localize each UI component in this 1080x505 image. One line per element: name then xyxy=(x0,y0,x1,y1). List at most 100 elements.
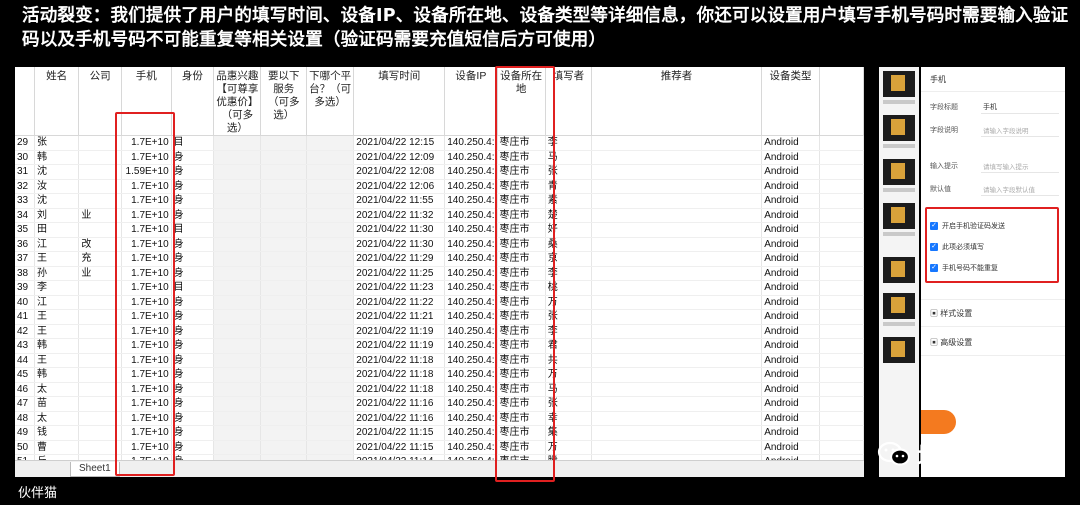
cell-name[interactable]: 苗 xyxy=(34,396,80,412)
cell-empty[interactable] xyxy=(819,266,864,281)
cell-empty[interactable] xyxy=(819,411,864,426)
table-row[interactable]: 29 张 1.7E+10 目 2021/04/22 12:15 140.250.4: 枣庄市… xyxy=(15,135,864,151)
required-checkbox[interactable]: ✓ 此项必须填写 xyxy=(930,242,984,252)
cell-empty[interactable] xyxy=(819,396,864,412)
col-header-time[interactable]: 填写时间 xyxy=(353,67,446,136)
cell-identity[interactable]: 身 xyxy=(171,396,215,412)
col-header-ip[interactable]: 设备IP xyxy=(444,67,498,136)
cell-phone[interactable]: 1.7E+10 xyxy=(121,309,172,325)
cell-identity[interactable]: 身 xyxy=(171,251,215,267)
cell-device[interactable]: Android xyxy=(761,237,820,252)
cell-location[interactable]: 枣庄市 xyxy=(497,280,546,296)
cell-identity[interactable]: 身 xyxy=(171,338,215,354)
cell-location[interactable]: 枣庄市 xyxy=(497,237,546,252)
row-number[interactable]: 44 xyxy=(15,353,35,368)
cell-company[interactable]: 业 xyxy=(78,208,122,223)
cell-referrer[interactable] xyxy=(591,164,763,180)
cell-company[interactable] xyxy=(78,280,122,296)
cell-location[interactable]: 枣庄市 xyxy=(497,251,546,267)
col-header-identity[interactable]: 身份 xyxy=(171,67,215,136)
cell-location[interactable]: 枣庄市 xyxy=(497,135,546,151)
cell-location[interactable]: 枣庄市 xyxy=(497,324,546,339)
cell-referrer[interactable] xyxy=(591,222,763,238)
cell-service[interactable] xyxy=(260,266,307,281)
cell-ip[interactable]: 140.250.4: xyxy=(444,135,498,151)
cell-location[interactable]: 枣庄市 xyxy=(497,382,546,397)
cell-time[interactable]: 2021/04/22 11:16 xyxy=(353,396,446,412)
cell-name[interactable]: 韩 xyxy=(34,367,80,383)
cell-service[interactable] xyxy=(260,280,307,296)
cell-device[interactable]: Android xyxy=(761,382,820,397)
cell-ip[interactable]: 140.250.4: xyxy=(444,382,498,397)
cell-discount[interactable] xyxy=(213,135,262,151)
cell-ip[interactable]: 140.250.4: xyxy=(444,222,498,238)
cell-device[interactable]: Android xyxy=(761,193,820,209)
table-row[interactable]: 35 田 1.7E+10 目 2021/04/22 11:30 140.250.4: 枣庄市… xyxy=(15,222,864,238)
cell-time[interactable]: 2021/04/22 12:09 xyxy=(353,150,446,165)
cell-empty[interactable] xyxy=(819,324,864,339)
template-thumbnail[interactable] xyxy=(883,337,915,363)
row-number[interactable]: 31 xyxy=(15,164,35,180)
cell-device[interactable]: Android xyxy=(761,440,820,455)
cell-name[interactable]: 李 xyxy=(34,280,80,296)
cell-phone[interactable]: 1.7E+10 xyxy=(121,338,172,354)
cell-location[interactable]: 枣庄市 xyxy=(497,367,546,383)
cell-device[interactable]: Android xyxy=(761,324,820,339)
cell-phone[interactable]: 1.7E+10 xyxy=(121,324,172,339)
cell-phone[interactable]: 1.7E+10 xyxy=(121,150,172,165)
cell-company[interactable] xyxy=(78,367,122,383)
cell-service[interactable] xyxy=(260,295,307,310)
cell-discount[interactable] xyxy=(213,353,262,368)
cell-discount[interactable] xyxy=(213,280,262,296)
table-row[interactable]: 32 汝 1.7E+10 身 2021/04/22 12:06 140.250.4: 枣庄市… xyxy=(15,179,864,194)
cell-company[interactable] xyxy=(78,411,122,426)
cell-referrer[interactable] xyxy=(591,324,763,339)
template-thumbnail[interactable] xyxy=(883,293,915,319)
cell-empty[interactable] xyxy=(819,382,864,397)
field-desc-input[interactable]: 请输入字段说明 xyxy=(983,125,1029,135)
cell-company[interactable] xyxy=(78,193,122,209)
cell-discount[interactable] xyxy=(213,208,262,223)
cell-location[interactable]: 枣庄市 xyxy=(497,222,546,238)
col-header-device[interactable]: 设备类型 xyxy=(761,67,820,136)
cell-service[interactable] xyxy=(260,164,307,180)
cell-device[interactable]: Android xyxy=(761,295,820,310)
cell-platform[interactable] xyxy=(306,251,355,267)
cell-ip[interactable]: 140.250.4: xyxy=(444,338,498,354)
cell-time[interactable]: 2021/04/22 11:18 xyxy=(353,353,446,368)
cell-discount[interactable] xyxy=(213,411,262,426)
cell-device[interactable]: Android xyxy=(761,309,820,325)
cell-referrer[interactable] xyxy=(591,295,763,310)
cell-name[interactable]: 沈 xyxy=(34,164,80,180)
cell-referrer[interactable] xyxy=(591,135,763,151)
table-row[interactable]: 46 太 1.7E+10 身 2021/04/22 11:18 140.250.4: 枣庄市… xyxy=(15,382,864,397)
cell-location[interactable]: 枣庄市 xyxy=(497,179,546,194)
cell-name[interactable]: 王 xyxy=(34,324,80,339)
cell-name[interactable]: 钱 xyxy=(34,425,80,441)
cell-device[interactable]: Android xyxy=(761,164,820,180)
cell-discount[interactable] xyxy=(213,396,262,412)
cell-time[interactable]: 2021/04/22 11:25 xyxy=(353,266,446,281)
cell-ip[interactable]: 140.250.4: xyxy=(444,237,498,252)
cell-empty[interactable] xyxy=(819,193,864,209)
cell-empty[interactable] xyxy=(819,280,864,296)
cell-service[interactable] xyxy=(260,150,307,165)
cell-time[interactable]: 2021/04/22 11:15 xyxy=(353,425,446,441)
col-header-phone[interactable]: 手机 xyxy=(121,67,172,136)
cell-time[interactable]: 2021/04/22 11:18 xyxy=(353,382,446,397)
cell-company[interactable] xyxy=(78,324,122,339)
cell-filler[interactable]: 万 xyxy=(545,367,592,383)
cell-device[interactable]: Android xyxy=(761,367,820,383)
cell-ip[interactable]: 140.250.4: xyxy=(444,411,498,426)
cell-filler[interactable]: 张 xyxy=(545,396,592,412)
cell-time[interactable]: 2021/04/22 11:16 xyxy=(353,411,446,426)
cell-location[interactable]: 枣庄市 xyxy=(497,411,546,426)
cell-referrer[interactable] xyxy=(591,193,763,209)
cell-referrer[interactable] xyxy=(591,208,763,223)
row-number[interactable]: 36 xyxy=(15,237,35,252)
cell-discount[interactable] xyxy=(213,425,262,441)
cell-filler[interactable]: 共 xyxy=(545,353,592,368)
cell-company[interactable] xyxy=(78,396,122,412)
cell-location[interactable]: 枣庄市 xyxy=(497,440,546,455)
cell-location[interactable]: 枣庄市 xyxy=(497,193,546,209)
